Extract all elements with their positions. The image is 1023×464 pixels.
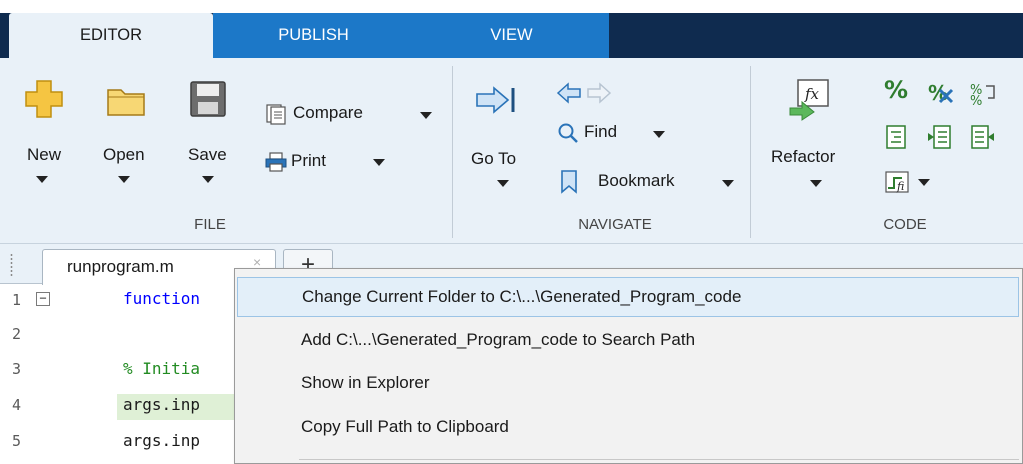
section-label-file: FILE <box>194 216 226 233</box>
indent-icon[interactable] <box>926 124 952 150</box>
find-label: Find <box>584 122 618 141</box>
code-line[interactable]: args.inp <box>123 431 200 450</box>
uncomment-icon[interactable]: % <box>926 80 956 106</box>
tab-view[interactable]: VIEW <box>414 13 609 58</box>
line-number-gutter <box>0 285 60 464</box>
bookmark-caret-icon[interactable] <box>722 180 734 187</box>
code-line[interactable]: % Initia <box>123 359 200 378</box>
bookmark-label: Bookmark <box>598 171 675 190</box>
compare-caret-icon[interactable] <box>420 112 432 119</box>
bookmark-icon <box>561 170 577 194</box>
ribbon-separator <box>452 66 453 238</box>
floppy-disk-icon <box>190 81 226 117</box>
svg-text:fx: fx <box>804 85 820 103</box>
menu-item-add-to-path[interactable]: Add C:\...\Generated_Program_code to Sea… <box>237 320 1019 360</box>
context-menu: Change Current Folder to C:\...\Generate… <box>234 268 1023 464</box>
outdent-icon[interactable] <box>970 124 996 150</box>
new-plus-icon <box>25 80 63 118</box>
print-caret-icon[interactable] <box>373 159 385 166</box>
drag-grip-icon[interactable] <box>9 253 14 277</box>
find-caret-icon[interactable] <box>653 131 665 138</box>
insert-function-caret-icon[interactable] <box>918 179 930 186</box>
file-tab-label: runprogram.m <box>67 257 174 276</box>
compare-icon <box>266 104 286 125</box>
wrap-comments-icon[interactable]: % % <box>970 80 1000 106</box>
menu-item-show-in-explorer[interactable]: Show in Explorer <box>237 363 1019 403</box>
refactor-caret-icon[interactable] <box>810 180 822 187</box>
open-label: Open <box>103 145 145 164</box>
menu-item-change-folder[interactable]: Change Current Folder to C:\...\Generate… <box>237 277 1019 317</box>
section-label-code: CODE <box>883 216 927 233</box>
new-caret-icon[interactable] <box>36 176 48 183</box>
fold-toggle-icon[interactable]: − <box>36 292 50 306</box>
line-number: 1 <box>12 291 22 309</box>
ribbon-separator <box>750 66 751 238</box>
save-caret-icon[interactable] <box>202 176 214 183</box>
printer-icon <box>265 152 287 172</box>
menu-separator <box>299 459 1019 460</box>
open-caret-icon[interactable] <box>118 176 130 183</box>
goto-label: Go To <box>471 149 517 168</box>
forward-arrow-icon[interactable] <box>586 82 612 104</box>
save-label: Save <box>188 145 227 164</box>
comment-percent-icon: % <box>884 76 909 104</box>
code-line[interactable]: function <box>123 289 200 308</box>
refactor-fx-icon: fx <box>789 79 829 121</box>
comment-button[interactable]: % <box>884 76 914 106</box>
tab-publish[interactable]: PUBLISH <box>213 13 414 58</box>
function-fi-icon: fi <box>885 171 909 193</box>
new-label: New <box>27 145 62 164</box>
svg-text:%: % <box>970 94 982 106</box>
tab-editor[interactable]: EDITOR <box>9 13 213 58</box>
compare-label: Compare <box>293 103 363 122</box>
menu-item-copy-full-path[interactable]: Copy Full Path to Clipboard <box>237 407 1019 447</box>
line-number: 3 <box>12 360 22 378</box>
line-number: 4 <box>12 396 22 414</box>
goto-caret-icon[interactable] <box>497 180 509 187</box>
smart-indent-icon[interactable] <box>884 124 910 150</box>
section-label-navigate: NAVIGATE <box>578 216 652 233</box>
back-arrow-icon[interactable] <box>556 82 582 104</box>
print-label: Print <box>291 151 326 170</box>
refactor-label: Refactor <box>771 147 836 166</box>
line-number: 5 <box>12 432 22 450</box>
code-line[interactable]: args.inp <box>123 395 200 414</box>
goto-arrow-icon <box>476 86 515 114</box>
magnifier-icon <box>558 123 578 143</box>
line-number: 2 <box>12 325 22 343</box>
svg-text:fi: fi <box>896 180 904 193</box>
folder-icon <box>107 89 145 116</box>
